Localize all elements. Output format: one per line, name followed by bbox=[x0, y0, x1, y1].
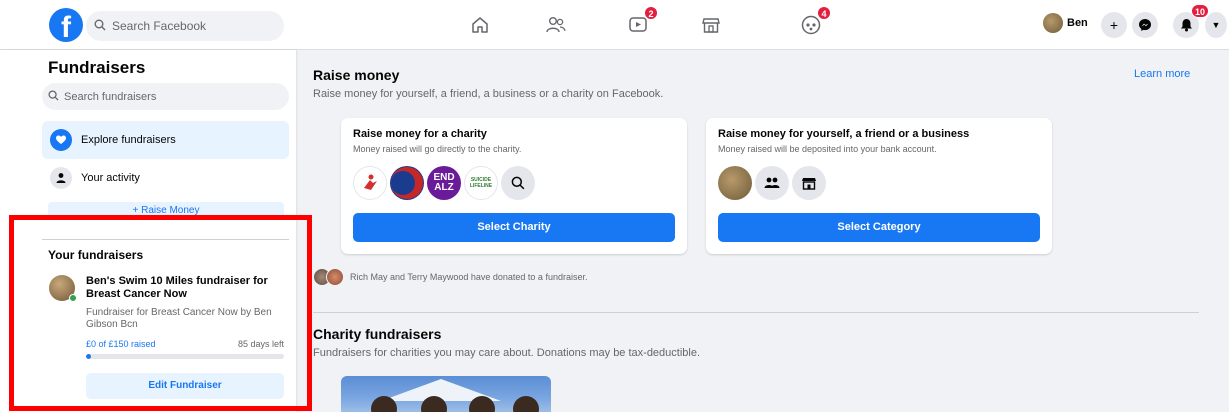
home-icon[interactable] bbox=[466, 12, 494, 38]
raise-money-heading: Raise money bbox=[313, 67, 400, 83]
card-title: Raise money for yourself, a friend or a … bbox=[718, 128, 970, 140]
category-icons bbox=[718, 166, 829, 200]
select-charity-button[interactable]: Select Charity bbox=[353, 213, 675, 242]
card-subtitle: Money raised will go directly to the cha… bbox=[353, 144, 522, 154]
sidebar-item-label: Explore fundraisers bbox=[81, 134, 176, 146]
sidebar-item-explore-fundraisers[interactable]: Explore fundraisers bbox=[42, 121, 289, 159]
search-charities-button[interactable] bbox=[501, 166, 535, 200]
caret-down-icon: ▼ bbox=[1211, 20, 1221, 30]
account-menu-button[interactable]: ▼ bbox=[1205, 12, 1227, 38]
fundraiser-progress-fill bbox=[86, 354, 91, 359]
gaming-badge: 4 bbox=[817, 6, 831, 20]
fundraisers-sidebar: Fundraisers Search fundraisers Explore f… bbox=[0, 50, 296, 412]
person-head bbox=[513, 396, 539, 412]
marketplace-icon[interactable] bbox=[697, 12, 725, 38]
top-navbar: f Search Facebook 2 4 Ben + 10 ▼ bbox=[0, 0, 1229, 50]
search-icon bbox=[48, 89, 59, 104]
friends-icon[interactable] bbox=[542, 12, 570, 38]
fundraiser-raised-amount: £0 of £150 raised bbox=[86, 339, 156, 349]
create-button[interactable]: + bbox=[1101, 12, 1127, 38]
fundraisers-search-input[interactable]: Search fundraisers bbox=[42, 83, 289, 110]
messenger-button[interactable] bbox=[1132, 12, 1158, 38]
friends-group-icon[interactable] bbox=[755, 166, 789, 200]
search-placeholder: Search Facebook bbox=[112, 19, 207, 33]
fundraiser-progress-bar bbox=[86, 354, 284, 359]
learn-more-link[interactable]: Learn more bbox=[1134, 68, 1190, 80]
fundraiser-days-left: 85 days left bbox=[237, 339, 284, 349]
select-category-button[interactable]: Select Category bbox=[718, 213, 1040, 242]
avatar bbox=[1043, 13, 1063, 33]
card-subtitle: Money raised will be deposited into your… bbox=[718, 144, 937, 154]
american-cancer-society-logo[interactable] bbox=[390, 166, 424, 200]
heart-hands-icon bbox=[50, 129, 72, 151]
sidebar-item-your-activity[interactable]: Your activity bbox=[42, 159, 289, 197]
sidebar-divider bbox=[42, 239, 289, 240]
section-divider bbox=[313, 312, 1199, 313]
raise-money-subtitle: Raise money for yourself, a friend, a bu… bbox=[313, 88, 664, 100]
search-icon bbox=[511, 176, 525, 190]
your-fundraisers-heading: Your fundraisers bbox=[48, 248, 144, 262]
donated-notice: Rich May and Terry Maywood have donated … bbox=[313, 268, 587, 286]
search-icon bbox=[94, 19, 106, 34]
fundraiser-title[interactable]: Ben's Swim 10 Miles fundraiser for Breas… bbox=[86, 275, 286, 301]
person-icon bbox=[50, 167, 72, 189]
st-jude-logo[interactable] bbox=[353, 166, 387, 200]
profile-name: Ben bbox=[1067, 17, 1088, 29]
charity-logos: END ALZ SUICIDE LIFELINE bbox=[353, 166, 538, 200]
card-title: Raise money for a charity bbox=[353, 128, 487, 140]
main-content: Raise money Raise money for yourself, a … bbox=[296, 50, 1229, 412]
search-placeholder: Search fundraisers bbox=[64, 90, 157, 103]
notifications-button[interactable]: 10 bbox=[1173, 4, 1209, 38]
profile-shortcut[interactable]: Ben bbox=[1043, 13, 1088, 33]
charity-fundraisers-subtitle: Fundraisers for charities you may care a… bbox=[313, 347, 701, 359]
bell-icon bbox=[1180, 19, 1192, 32]
watch-badge: 2 bbox=[644, 6, 658, 20]
business-store-icon[interactable] bbox=[792, 166, 826, 200]
facebook-search-input[interactable]: Search Facebook bbox=[86, 11, 284, 41]
personal-card: Raise money for yourself, a friend or a … bbox=[706, 118, 1052, 254]
charity-fundraiser-image[interactable] bbox=[341, 376, 551, 412]
fundraiser-subtitle: Fundraiser for Breast Cancer Now by Ben … bbox=[86, 307, 272, 330]
sidebar-item-label: Your activity bbox=[81, 172, 140, 184]
yourself-avatar[interactable] bbox=[718, 166, 752, 200]
charity-card: Raise money for a charity Money raised w… bbox=[341, 118, 687, 254]
donated-text: Rich May and Terry Maywood have donated … bbox=[350, 272, 588, 282]
plus-icon: + bbox=[1109, 17, 1119, 33]
online-status-dot bbox=[69, 294, 77, 302]
notifications-badge: 10 bbox=[1190, 4, 1209, 18]
facebook-logo[interactable]: f bbox=[49, 8, 83, 42]
messenger-icon bbox=[1139, 19, 1151, 31]
suicide-prevention-logo[interactable]: SUICIDE LIFELINE bbox=[464, 166, 498, 200]
watch-icon[interactable]: 2 bbox=[624, 6, 658, 38]
gaming-icon[interactable]: 4 bbox=[797, 6, 831, 38]
edit-fundraiser-button[interactable]: Edit Fundraiser bbox=[86, 373, 284, 399]
end-alz-logo[interactable]: END ALZ bbox=[427, 166, 461, 200]
charity-fundraisers-heading: Charity fundraisers bbox=[313, 326, 442, 342]
raise-money-button[interactable]: + Raise Money bbox=[48, 202, 284, 216]
avatar bbox=[326, 268, 344, 286]
sidebar-title: Fundraisers bbox=[48, 58, 146, 77]
